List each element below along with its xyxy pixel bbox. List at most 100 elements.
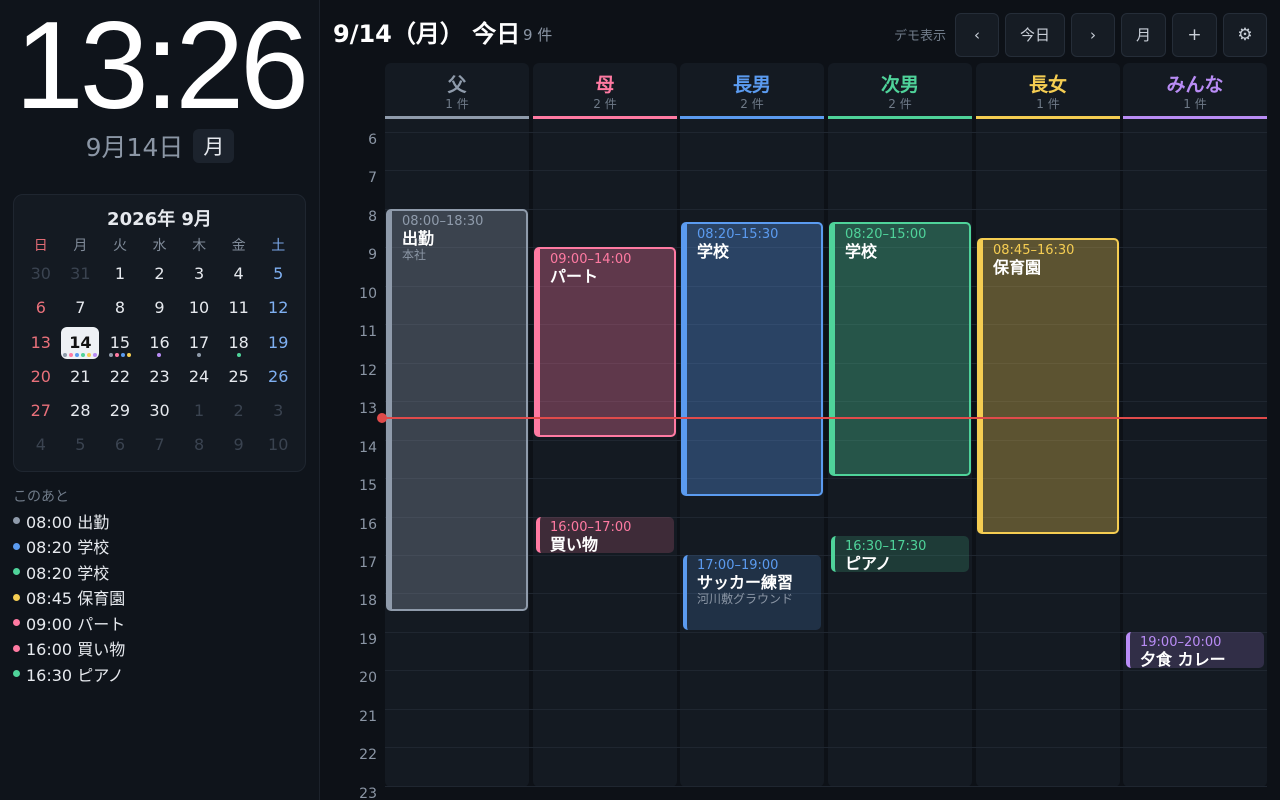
event-time: 08:20–15:30 [697, 227, 779, 242]
calendar-day-number: 4 [233, 264, 244, 283]
calendar-day[interactable]: 3 [258, 394, 298, 428]
calendar-day[interactable]: 19 [258, 326, 298, 360]
hour-label: 22 [359, 747, 377, 763]
calendar-day-today[interactable]: 14 [61, 326, 101, 360]
member-color-bar [1123, 116, 1267, 119]
member-column-header[interactable]: 長男 2 件 [680, 63, 824, 119]
next-day-button[interactable]: › [1071, 13, 1115, 57]
member-column-header[interactable]: 母2 件 [533, 63, 677, 119]
member-column-header[interactable]: 父1 件 [385, 63, 529, 119]
calendar-day[interactable]: 9 [219, 428, 259, 462]
current-time-line [385, 417, 1267, 419]
calendar-day[interactable]: 5 [61, 428, 101, 462]
calendar-day[interactable]: 12 [258, 291, 298, 325]
mini-calendar: 2026年 9月 日月火水木金土 30 31 1 2 3 4 5 6 7 8 9 10 11 12 13 14… [13, 194, 306, 472]
calendar-day[interactable]: 7 [61, 291, 101, 325]
member-column-header[interactable]: 長女 1 件 [976, 63, 1120, 119]
upcoming-item-text: 08:45 保育園 [26, 589, 126, 609]
calendar-day-number: 22 [109, 366, 131, 386]
mini-calendar-title: 2026年 9月 [107, 209, 212, 230]
calendar-day[interactable]: 6 [100, 428, 140, 462]
calendar-day[interactable]: 11 [219, 291, 259, 325]
member-name: 長女 [1028, 74, 1067, 96]
calendar-day[interactable]: 13 [21, 326, 61, 360]
upcoming-item[interactable]: 08:20 学校 [13, 534, 125, 560]
calendar-day[interactable]: 3 [179, 257, 219, 291]
calendar-day-number: 16 [149, 332, 170, 352]
prev-day-button[interactable]: ‹ [955, 13, 999, 57]
month-view-button[interactable]: 月 [1121, 13, 1166, 57]
clock-date: 9月14日 [85, 133, 184, 162]
event-card[interactable]: 08:20–15:00 学校 [829, 222, 971, 476]
upcoming-item[interactable]: 16:00 買い物 [13, 636, 125, 662]
member-column-header[interactable]: 次男 2 件 [828, 63, 972, 119]
calendar-day[interactable]: 24 [179, 360, 219, 394]
calendar-day[interactable]: 16 [140, 326, 180, 360]
calendar-day-number: 15 [109, 332, 131, 352]
calendar-day[interactable]: 8 [100, 291, 140, 325]
calendar-day[interactable]: 18 [219, 326, 259, 360]
calendar-day[interactable]: 2 [219, 394, 259, 428]
calendar-day[interactable]: 27 [21, 394, 61, 428]
calendar-day[interactable]: 20 [21, 360, 61, 394]
event-title: 出勤 [402, 229, 435, 248]
event-card[interactable]: 19:00–20:00 夕食 カレー [1126, 632, 1264, 668]
calendar-day-number: 19 [268, 332, 289, 352]
calendar-day[interactable]: 29 [100, 394, 140, 428]
event-time: 17:00–19:00 [697, 558, 779, 573]
calendar-day-number: 5 [75, 435, 86, 455]
event-card[interactable]: 08:20–15:30 学校 [681, 222, 823, 496]
event-card[interactable]: 16:00–17:00 買い物 [536, 517, 674, 553]
calendar-day-number: 17 [188, 332, 210, 352]
upcoming-item[interactable]: 09:00 パート [13, 610, 125, 636]
member-name: 長男 [732, 74, 771, 96]
event-card[interactable]: 09:00–14:00 パート [534, 247, 676, 437]
event-dot [108, 352, 113, 357]
upcoming-item[interactable]: 08:45 保育園 [13, 585, 125, 611]
calendar-day[interactable]: 30 [140, 394, 180, 428]
calendar-day[interactable]: 22 [100, 360, 140, 394]
calendar-day[interactable]: 25 [219, 360, 259, 394]
event-time: 09:00–14:00 [550, 252, 632, 267]
upcoming-item[interactable]: 08:00 出勤 [13, 508, 125, 534]
settings-gear-icon[interactable]: ⚙ [1223, 13, 1267, 57]
calendar-day[interactable]: 21 [61, 360, 101, 394]
event-time: 16:30–17:30 [845, 539, 927, 554]
calendar-day[interactable]: 4 [21, 428, 61, 462]
calendar-day[interactable]: 9 [140, 291, 180, 325]
upcoming-item[interactable]: 08:20 学校 [13, 559, 125, 585]
calendar-day[interactable]: 5 [258, 257, 298, 291]
calendar-day[interactable]: 17 [179, 326, 219, 360]
upcoming-item[interactable]: 16:30 ピアノ [13, 661, 125, 687]
calendar-day[interactable]: 1 [100, 257, 140, 291]
calendar-day[interactable]: 8 [179, 428, 219, 462]
event-card[interactable]: 17:00–19:00 サッカー練習 河川敷グラウンド [683, 555, 821, 630]
calendar-day[interactable]: 1 [179, 394, 219, 428]
upcoming-item-text: 09:00 パート [26, 614, 126, 634]
calendar-day[interactable]: 30 [21, 257, 61, 291]
calendar-day[interactable]: 28 [61, 394, 101, 428]
event-dot [236, 352, 241, 357]
event-card[interactable]: 08:00–18:30 出勤 本社 [386, 209, 528, 611]
calendar-day[interactable]: 6 [21, 291, 61, 325]
member-column-header[interactable]: みんな 1 件 [1123, 63, 1267, 119]
calendar-day[interactable]: 23 [140, 360, 180, 394]
member-event-count: 1 件 [1183, 97, 1207, 111]
add-event-button[interactable]: + [1172, 13, 1217, 57]
calendar-day[interactable]: 10 [179, 291, 219, 325]
calendar-day[interactable]: 7 [140, 428, 180, 462]
calendar-day[interactable]: 4 [219, 257, 259, 291]
event-card[interactable]: 16:30–17:30 ピアノ [831, 536, 969, 572]
calendar-day[interactable]: 2 [140, 257, 180, 291]
upcoming-item-text: 16:00 買い物 [26, 640, 126, 660]
today-button[interactable]: 今日 [1005, 13, 1065, 57]
calendar-day-number: 29 [109, 401, 131, 421]
calendar-day[interactable]: 26 [258, 360, 298, 394]
calendar-day[interactable]: 31 [61, 257, 101, 291]
event-card[interactable]: 08:45–16:30 保育園 [977, 238, 1119, 534]
mini-calendar-weekdays: 日月火水木金土 [21, 235, 298, 255]
member-event-count: 1 件 [445, 97, 469, 111]
member-event-count: 2 件 [740, 97, 764, 111]
calendar-day[interactable]: 15 [100, 326, 140, 360]
calendar-day[interactable]: 10 [258, 428, 298, 462]
